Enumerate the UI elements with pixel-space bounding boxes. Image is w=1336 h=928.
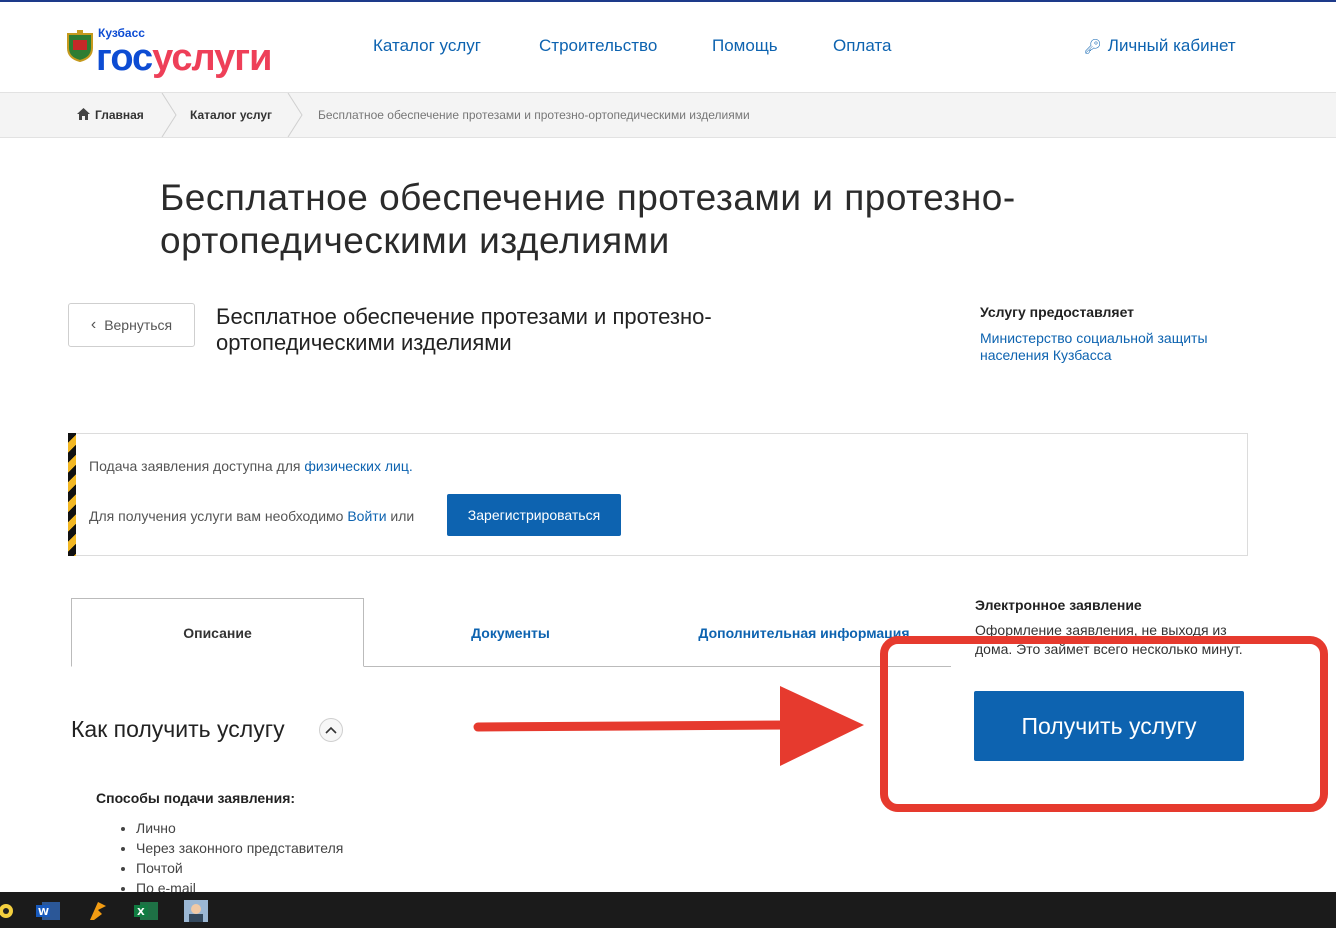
site-header: Кузбасс госуслуги Каталог услуг Строител… (0, 2, 1336, 92)
electronic-application-description: Оформление заявления, не выходя из дома.… (975, 622, 1243, 657)
service-title: Бесплатное обеспечение протезами и проте… (216, 304, 712, 355)
tab-additional-info[interactable]: Дополнительная информация (657, 598, 951, 667)
nav-payment[interactable]: Оплата (833, 36, 891, 56)
cabinet-label: Личный кабинет (1107, 36, 1236, 55)
gosuslugi-logo[interactable]: Кузбасс госуслуги (66, 26, 296, 79)
register-button[interactable]: Зарегистрироваться (447, 494, 621, 536)
login-link[interactable]: Войти (347, 508, 386, 524)
collapse-button[interactable] (319, 718, 343, 742)
list-item: Через законного представителя (136, 838, 343, 858)
nav-help[interactable]: Помощь (712, 36, 778, 56)
access-notice: Подача заявления доступна для физических… (68, 433, 1248, 556)
breadcrumb: Главная Каталог услуг Бесплатное обеспеч… (0, 92, 1336, 138)
back-button[interactable]: ‹ Вернуться (68, 303, 195, 347)
list-item: Лично (136, 818, 343, 838)
chevron-left-icon: ‹ (90, 316, 97, 333)
user-app-icon[interactable] (184, 900, 208, 922)
notice-line-2: Для получения услуги вам необходимо Войт… (89, 508, 415, 524)
provider-link[interactable]: Министерство социальной защиты населения… (980, 330, 1250, 364)
key-icon: 🔑︎ (1084, 38, 1102, 54)
methods-list: Лично Через законного представителя Почт… (136, 818, 343, 898)
tab-description[interactable]: Описание (71, 598, 364, 667)
warning-stripe (68, 433, 76, 556)
breadcrumb-home[interactable]: Главная (77, 108, 144, 122)
chevron-up-icon (325, 726, 337, 734)
list-item: Почтой (136, 858, 343, 878)
word-icon[interactable]: W (36, 900, 60, 922)
breadcrumb-separator (161, 93, 177, 137)
logo-brand: госуслуги (96, 37, 272, 79)
breadcrumb-current: Бесплатное обеспечение протезами и проте… (318, 108, 750, 122)
electronic-application-title: Электронное заявление (975, 597, 1142, 613)
breadcrumb-separator (287, 93, 303, 137)
methods-label: Способы подачи заявления: (96, 790, 296, 806)
tab-documents[interactable]: Документы (364, 598, 657, 667)
how-to-get-title: Как получить услугу (71, 716, 285, 742)
arrow-head-icon (780, 686, 864, 766)
svg-text:W: W (38, 907, 49, 918)
browser-icon[interactable] (86, 900, 110, 922)
app-icon[interactable] (0, 900, 24, 922)
back-label: Вернуться (104, 317, 173, 333)
get-service-button[interactable]: Получить услугу (974, 691, 1244, 761)
individuals-link[interactable]: физических лиц. (304, 458, 412, 474)
page-title: Бесплатное обеспечение протезами и проте… (160, 177, 1016, 261)
svg-text:X: X (137, 907, 145, 918)
nav-catalog[interactable]: Каталог услуг (373, 36, 481, 56)
service-tabs: Описание Документы Дополнительная информ… (71, 598, 951, 667)
arrow-shaft (473, 720, 795, 732)
home-icon (77, 108, 90, 120)
nav-construction[interactable]: Строительство (539, 36, 657, 56)
breadcrumb-catalog[interactable]: Каталог услуг (190, 108, 272, 122)
personal-cabinet-link[interactable]: 🔑︎ Личный кабинет (1084, 36, 1236, 56)
notice-line-1: Подача заявления доступна для физических… (89, 458, 413, 474)
taskbar: W X (0, 892, 1336, 928)
excel-icon[interactable]: X (134, 900, 158, 922)
provider-label: Услугу предоставляет (980, 304, 1135, 320)
kuzbass-crest-icon (67, 30, 93, 62)
